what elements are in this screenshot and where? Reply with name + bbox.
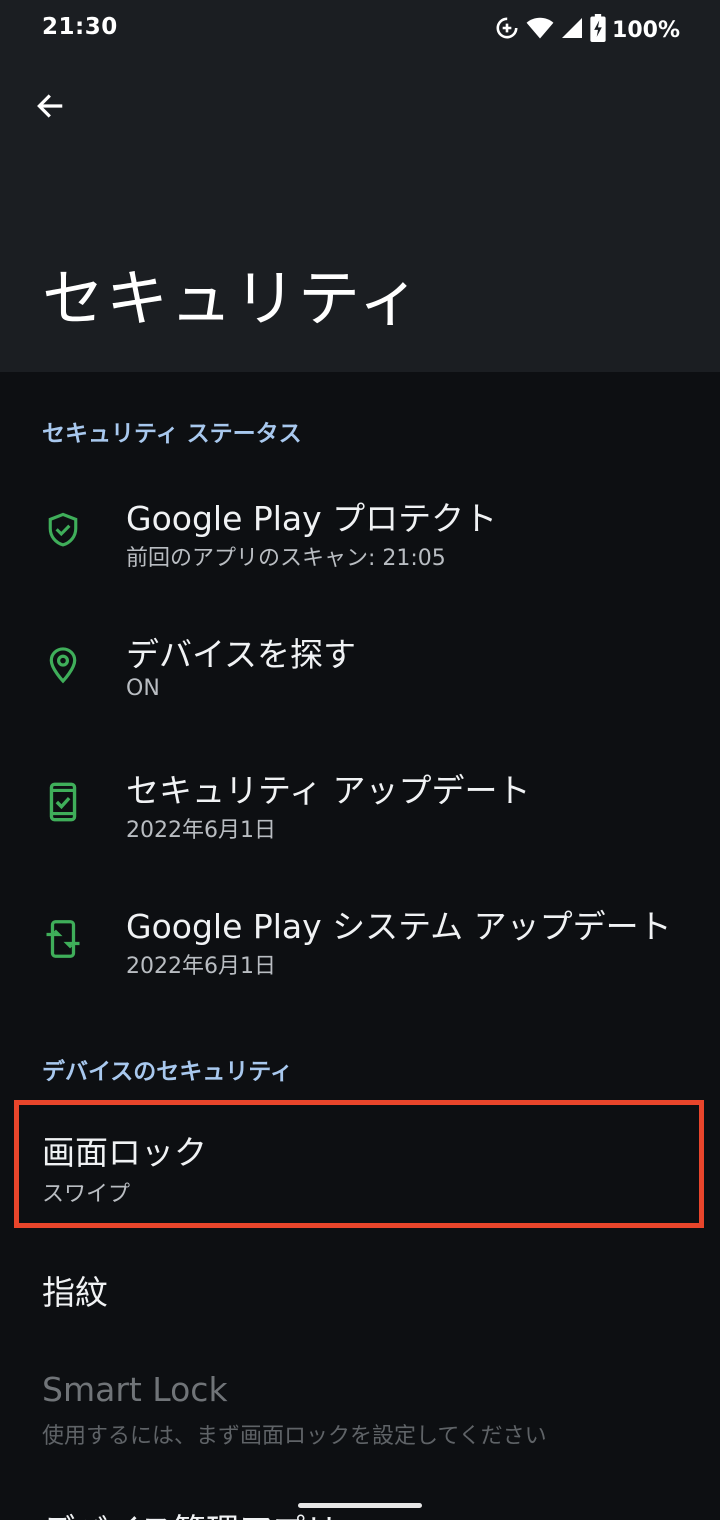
row-screen-lock[interactable]: 画面ロック スワイプ xyxy=(0,1106,720,1224)
signal-icon xyxy=(560,16,584,44)
row-subtitle: ON xyxy=(126,676,160,701)
row-subtitle: 使用するには、まず画面ロックを設定してください xyxy=(42,1424,547,1449)
security-settings-screen: 21:30 100% セキュリティ セキュリティ ステータス Google Pl… xyxy=(0,0,720,1520)
row-title: 指紋 xyxy=(42,1273,108,1312)
row-title: Google Play システム アップデート xyxy=(126,907,672,946)
battery-percent: 100% xyxy=(612,17,680,43)
row-subtitle: スワイプ xyxy=(42,1182,131,1207)
arrow-back-icon xyxy=(34,90,66,126)
data-saver-icon xyxy=(494,15,520,45)
row-security-update[interactable]: セキュリティ アップデート 2022年6月1日 xyxy=(0,750,720,866)
row-google-play-protect[interactable]: Google Play プロテクト 前回のアプリのスキャン: 21:05 xyxy=(0,478,720,594)
row-subtitle: 前回のアプリのスキャン: 21:05 xyxy=(126,546,446,571)
section-header-device-security: デバイスのセキュリティ xyxy=(42,1059,293,1085)
row-smart-lock: Smart Lock 使用するには、まず画面ロックを設定してください xyxy=(0,1356,720,1466)
row-subtitle: 2022年6月1日 xyxy=(126,818,276,843)
row-google-play-system-update[interactable]: Google Play システム アップデート 2022年6月1日 xyxy=(0,886,720,1002)
page-title: セキュリティ xyxy=(42,262,423,335)
location-pin-icon xyxy=(40,642,86,688)
row-title: 画面ロック xyxy=(42,1133,207,1172)
row-subtitle: 2022年6月1日 xyxy=(126,954,276,979)
wifi-icon xyxy=(526,16,554,44)
section-header-security-status: セキュリティ ステータス xyxy=(42,421,302,447)
battery-charging-icon xyxy=(590,14,606,46)
row-title: Smart Lock xyxy=(42,1370,228,1409)
status-time: 21:30 xyxy=(42,14,118,40)
back-button[interactable] xyxy=(22,80,78,136)
row-title: セキュリティ アップデート xyxy=(126,771,531,810)
row-title: Google Play プロテクト xyxy=(126,499,498,538)
row-title: デバイスを探す xyxy=(126,635,357,674)
row-fingerprint[interactable]: 指紋 xyxy=(0,1240,720,1340)
gesture-nav-handle[interactable] xyxy=(298,1503,422,1508)
row-title: デバイス管理アプリ xyxy=(42,1504,338,1520)
app-bar: 21:30 100% セキュリティ xyxy=(0,0,720,372)
phone-sync-icon xyxy=(40,916,86,962)
row-find-my-device[interactable]: デバイスを探す ON xyxy=(0,614,720,730)
shield-check-icon xyxy=(40,507,86,553)
phone-check-icon xyxy=(40,779,86,825)
status-icons: 100% xyxy=(494,14,680,46)
